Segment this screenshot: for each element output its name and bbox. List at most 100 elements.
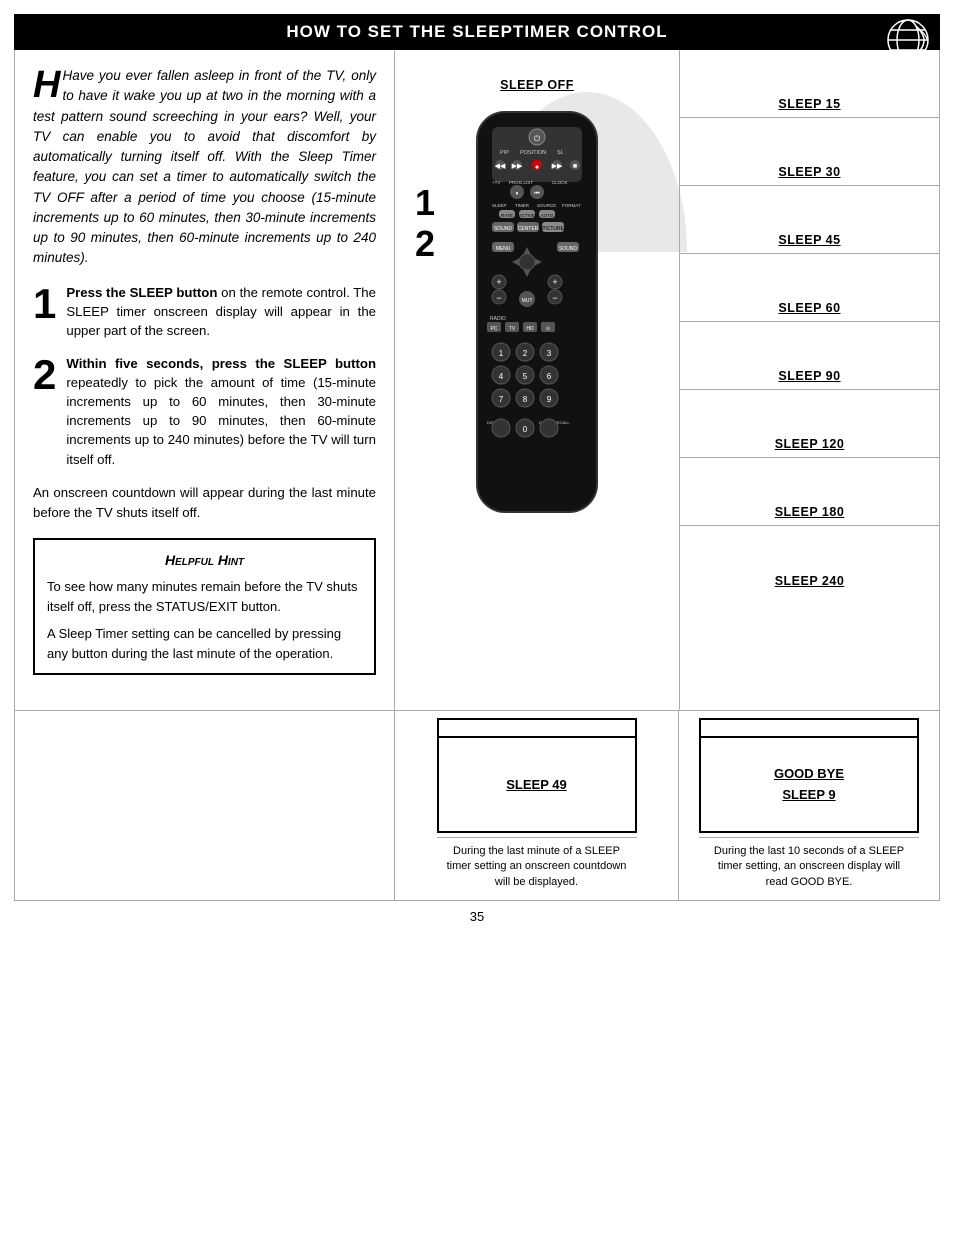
step-1-bold: Press the SLEEP button: [66, 285, 217, 300]
svg-text:POSITION: POSITION: [520, 150, 546, 156]
svg-text:7: 7: [499, 395, 504, 404]
sleep-label-120: SLEEP 120: [680, 390, 939, 458]
step-2: 2 Within five seconds, press the SLEEP b…: [33, 354, 376, 469]
bottom-center: SLEEP 49 During the last minute of a SLE…: [395, 711, 679, 900]
helpful-hint-label: Helpful Hint: [165, 552, 244, 568]
svg-text:RADIO: RADIO: [490, 316, 506, 322]
step-2-number: 2: [33, 354, 56, 469]
svg-text:5: 5: [523, 372, 528, 381]
sleep-label-15: SLEEP 15: [680, 50, 939, 118]
sleep-label-90: SLEEP 90: [680, 322, 939, 390]
svg-text:◀◀: ◀◀: [495, 163, 506, 170]
svg-text:+: +: [552, 277, 557, 287]
helpful-hint-box: Helpful Hint To see how many minutes rem…: [33, 538, 376, 675]
svg-text:▶▶: ▶▶: [552, 163, 563, 170]
good-bye-display: GOOD BYE: [774, 766, 844, 781]
step-2-bold: Within five seconds, press the SLEEP but…: [66, 356, 376, 371]
svg-text:9: 9: [547, 395, 552, 404]
helpful-hint-title: Helpful Hint: [47, 550, 362, 571]
svg-text:PROG.LIST: PROG.LIST: [509, 180, 533, 185]
tv-screen-right: GOOD BYE SLEEP 9: [699, 718, 919, 833]
sleep-label-240: SLEEP 240: [680, 526, 939, 594]
main-content: H Have you ever fallen asleep in front o…: [14, 50, 940, 711]
step-1: 1 Press the SLEEP button on the remote c…: [33, 283, 376, 340]
page-header: How to Set the Sleeptimer Control: [14, 14, 940, 50]
svg-text:PC: PC: [491, 326, 498, 332]
svg-text:PIP: PIP: [500, 150, 509, 156]
svg-text:−: −: [496, 293, 501, 303]
svg-text:⏻: ⏻: [534, 134, 541, 143]
right-column: SLEEP OFF 1 2: [395, 50, 939, 710]
sleep-9-display: SLEEP 9: [782, 787, 835, 802]
svg-text:CENTER: CENTER: [518, 226, 539, 232]
intro-paragraph: H Have you ever fallen asleep in front o…: [33, 66, 376, 269]
svg-text:⏮: ⏮: [534, 191, 540, 197]
left-column: H Have you ever fallen asleep in front o…: [15, 50, 395, 710]
step-1-text: Press the SLEEP button on the remote con…: [66, 283, 376, 340]
sleep-labels: SLEEP 15 SLEEP 30 SLEEP 45 SLEEP 60 SLEE…: [679, 50, 939, 710]
svg-text:−: −: [552, 293, 557, 303]
step-1-number: 1: [33, 283, 56, 340]
remote-area: SLEEP OFF 1 2: [395, 50, 679, 710]
overlay-2: 2: [415, 223, 435, 264]
sleep-label-45: SLEEP 45: [680, 186, 939, 254]
remote-control-svg: ⏻ PIP POSITION SL ◀◀ ▶▶ ● ▶▶ ■: [457, 102, 617, 522]
svg-text:SLEEP: SLEEP: [492, 203, 507, 208]
svg-text:+: +: [496, 277, 501, 287]
tv-screen-center: SLEEP 49: [437, 718, 637, 833]
hint-item-1: To see how many minutes remain before th…: [47, 577, 362, 616]
svg-text:0: 0: [523, 425, 528, 434]
tv-top-bar: [439, 720, 635, 738]
svg-text:TIMER: TIMER: [515, 203, 530, 208]
step-overlay: 1 2: [415, 182, 435, 265]
svg-text:CLOCK: CLOCK: [552, 180, 568, 185]
svg-text:ACTIVE: ACTIVE: [519, 213, 535, 218]
svg-text:8: 8: [523, 395, 528, 404]
remote-wrapper: 1 2 ⏻: [457, 102, 617, 527]
svg-text:▶▶: ▶▶: [512, 163, 523, 170]
header-title: How to Set the Sleeptimer Control: [286, 22, 667, 41]
svg-text:1: 1: [499, 349, 504, 358]
bottom-right-note: During the last 10 seconds of a SLEEP ti…: [699, 837, 919, 890]
intro-content: Have you ever fallen asleep in front of …: [33, 68, 376, 265]
svg-text:SOUND: SOUND: [559, 246, 577, 252]
overlay-1: 1: [415, 182, 435, 223]
bottom-right: GOOD BYE SLEEP 9 During the last 10 seco…: [679, 711, 939, 900]
svg-text:MUT: MUT: [522, 298, 533, 304]
page-number: 35: [0, 901, 954, 932]
tv-screen-content: SLEEP 49: [506, 738, 566, 831]
svg-text:●: ●: [535, 164, 539, 171]
sleep-label-60: SLEEP 60: [680, 254, 939, 322]
step-2-text: Within five seconds, press the SLEEP but…: [66, 354, 376, 469]
sleep-label-180: SLEEP 180: [680, 458, 939, 526]
bottom-section: SLEEP 49 During the last minute of a SLE…: [14, 711, 940, 901]
sleep-49-display: SLEEP 49: [506, 777, 566, 792]
drop-cap: H: [33, 70, 60, 100]
svg-text:MENU: MENU: [496, 246, 511, 252]
countdown-note: An onscreen countdown will appear during…: [33, 483, 376, 523]
tv-screen-right-content: GOOD BYE SLEEP 9: [774, 738, 844, 831]
hint-item-2: A Sleep Timer setting can be cancelled b…: [47, 624, 362, 663]
bottom-center-note: During the last minute of a SLEEP timer …: [437, 837, 637, 890]
svg-text:PICTURE: PICTURE: [542, 226, 565, 232]
svg-text:+TV: +TV: [492, 180, 500, 185]
tv-top-bar-right: [701, 720, 917, 738]
svg-text:SOUND: SOUND: [494, 226, 512, 232]
svg-text:3: 3: [547, 349, 552, 358]
svg-text:FORMAT: FORMAT: [562, 203, 581, 208]
bottom-left: [15, 711, 395, 900]
svg-text:RATE: RATE: [501, 213, 513, 218]
svg-text:TV: TV: [509, 326, 516, 332]
svg-text:6: 6: [547, 372, 552, 381]
svg-text:SOURCE: SOURCE: [537, 203, 556, 208]
svg-text:⊙: ⊙: [546, 326, 550, 332]
intro-text: H Have you ever fallen asleep in front o…: [33, 66, 376, 269]
svg-text:HD: HD: [526, 326, 534, 332]
sleep-label-30: SLEEP 30: [680, 118, 939, 186]
svg-text:AUTO: AUTO: [541, 213, 554, 218]
svg-text:2: 2: [523, 349, 528, 358]
svg-text:⏸: ⏸: [515, 191, 518, 197]
svg-text:4: 4: [499, 372, 504, 381]
svg-text:■: ■: [573, 163, 577, 170]
svg-text:SL: SL: [557, 150, 564, 156]
